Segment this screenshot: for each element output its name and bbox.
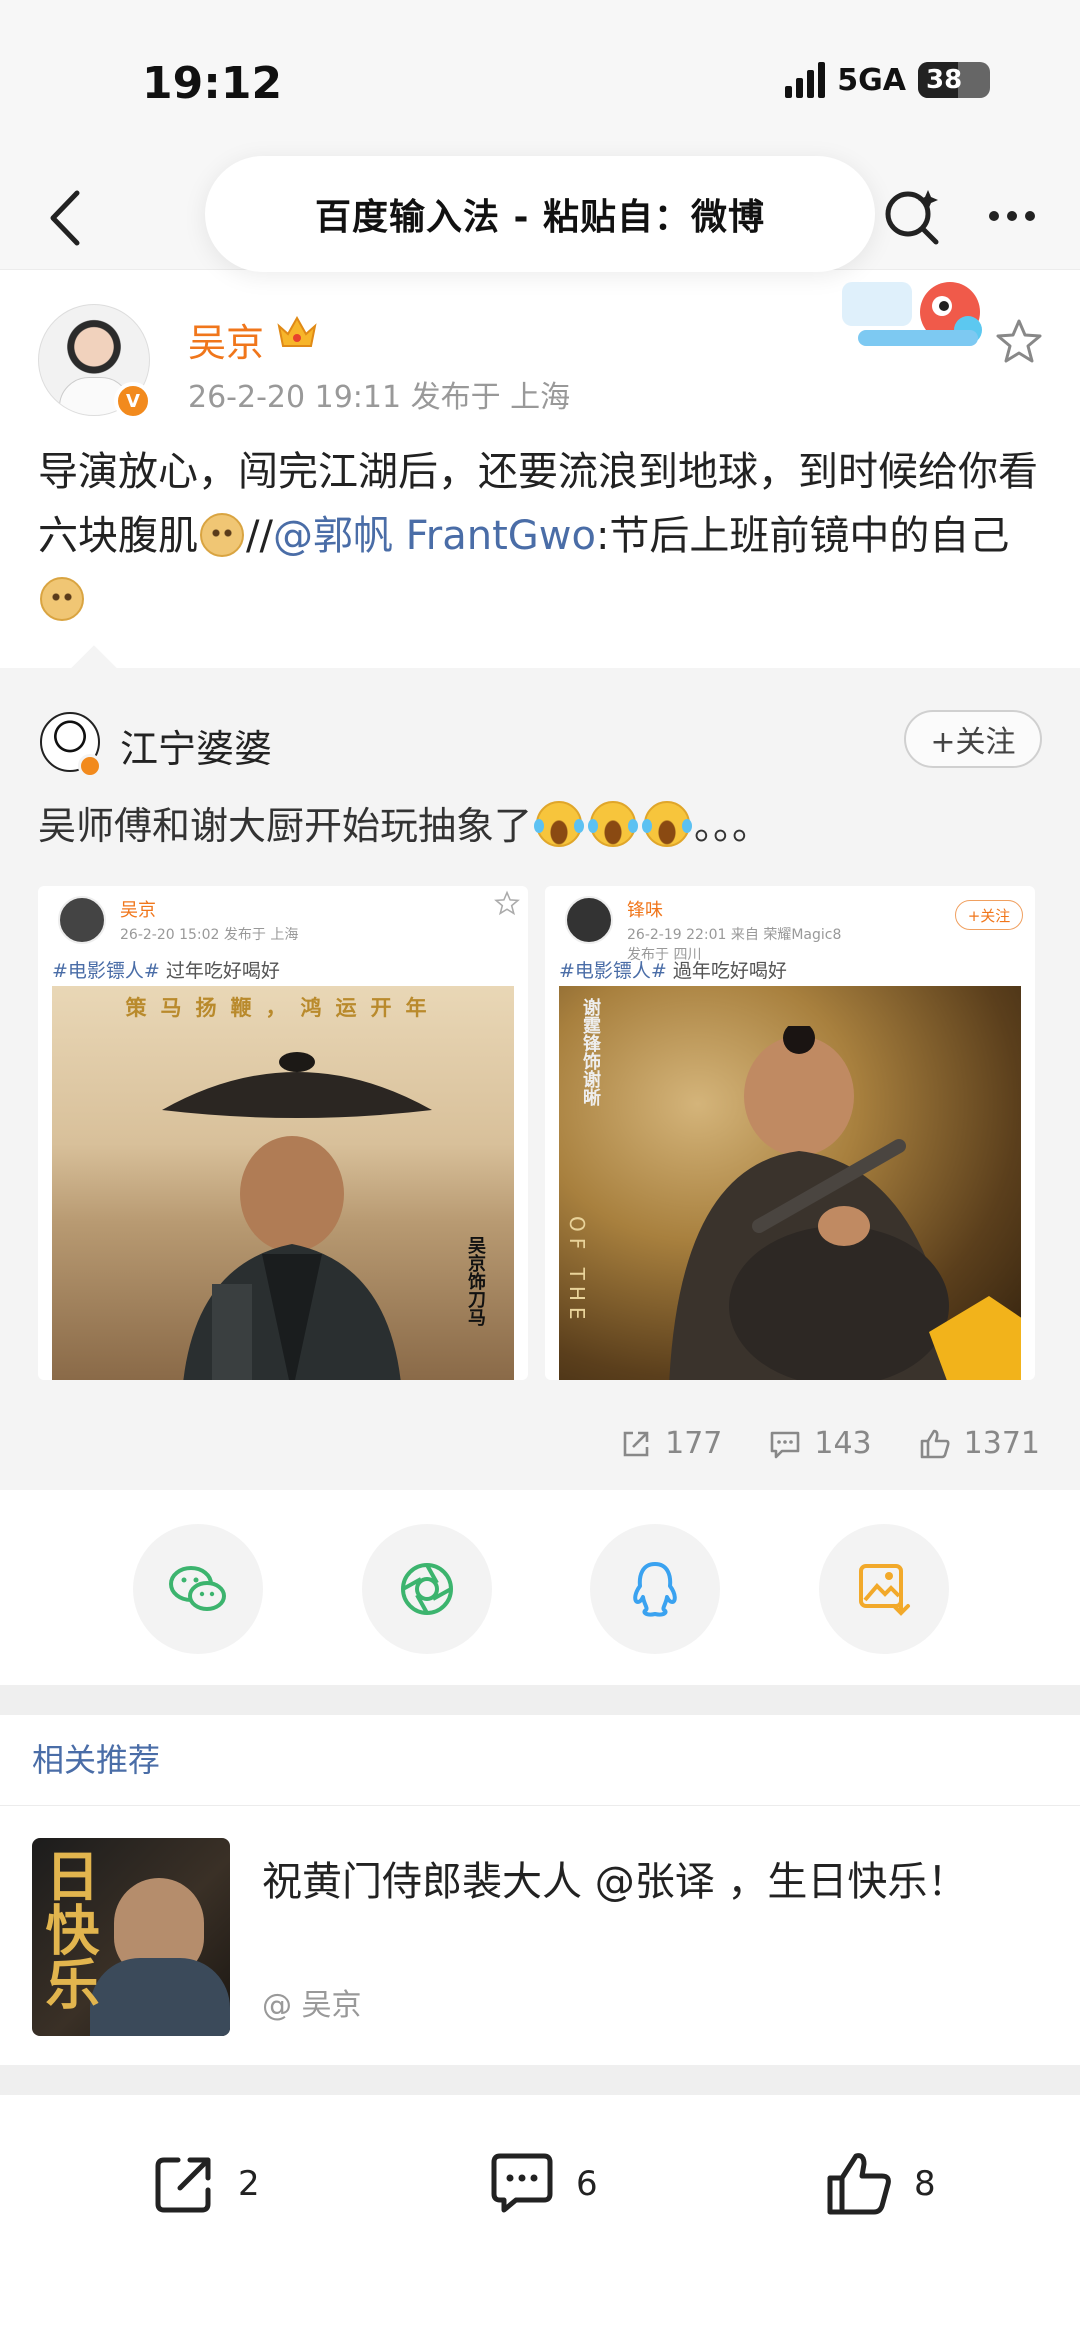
favorite-star-icon[interactable]: [994, 316, 1044, 366]
verified-badge-icon: V: [114, 382, 152, 420]
nav-bar: 百度输入法 - 粘贴自：微博: [0, 156, 1080, 272]
battery-level: 38: [926, 65, 963, 95]
card-follow-button: +关注: [955, 900, 1023, 930]
status-indicators: 5GA 38: [785, 62, 990, 98]
poster-of-text: OF THE: [565, 1216, 589, 1326]
share-row: [0, 1490, 1080, 1685]
paste-notice-pill: 百度输入法 - 粘贴自：微博: [205, 156, 875, 272]
post-body: 导演放心，闯完江湖后，还要流浪到地球，到时候给你看六块腹肌//@郭帆 Frant…: [38, 440, 1048, 632]
related-thumbnail[interactable]: 日快乐: [32, 1838, 230, 2036]
back-arrow-icon[interactable]: [34, 182, 94, 254]
repost-count: 177: [665, 1426, 723, 1461]
status-time: 19:12: [142, 58, 283, 109]
related-item-author[interactable]: @ 吴京: [262, 1980, 362, 2024]
qq-icon: [633, 1562, 677, 1617]
thumbs-up-icon: [920, 1429, 950, 1458]
embedded-image-right[interactable]: 锋味 26-2-19 22:01 来自 荣耀Magic8 发布于 四川 +关注 #…: [545, 886, 1035, 1380]
card-meta-line1: 26-2-19 22:01 来自 荣耀Magic8: [627, 927, 842, 943]
search-icon[interactable]: [880, 184, 944, 248]
repost-icon: [623, 1431, 649, 1456]
wechat-icon: [169, 1566, 226, 1611]
share-qq-button[interactable]: [590, 1524, 720, 1654]
thumb-text: 日快乐: [36, 1848, 100, 2010]
card-caption: #电影镖人# 过年吃好喝好: [52, 956, 280, 983]
card-meta: 26-2-20 15:02 发布于 上海: [120, 927, 299, 943]
related-section-title: 相关推荐: [32, 1741, 161, 1779]
card-caption: #电影镖人# 過年吃好喝好: [559, 956, 787, 983]
card-author-name: 锋味: [627, 900, 663, 921]
repost-icon: [155, 2157, 211, 2213]
divider: [0, 1805, 1080, 1806]
mention-link[interactable]: @郭帆 FrantGwo: [273, 513, 596, 559]
related-item-text[interactable]: 祝黄门侍郎裴大人 @张译 ，生日快乐！: [262, 1852, 1022, 1912]
movie-poster-photo: 策马扬鞭，鸿运开年 吴京饰刀马: [52, 986, 514, 1380]
save-image-icon: [859, 1564, 910, 1616]
poster-side-text: 吴京饰刀马: [465, 1236, 486, 1326]
figure-illustration: [669, 1026, 959, 1380]
comment-icon: [491, 2153, 553, 2213]
comment-icon: [771, 1431, 800, 1458]
poster-slogan: 策马扬鞭，鸿运开年: [125, 996, 441, 1020]
like-count-button[interactable]: 1371: [918, 1426, 1040, 1461]
card-avatar: [58, 896, 106, 944]
doge-emoji-icon: [40, 577, 84, 621]
like-button[interactable]: 8: [824, 2148, 936, 2220]
repost-count-button[interactable]: 177: [619, 1426, 722, 1461]
laugh-cry-emoji-icon: [642, 801, 693, 847]
card-avatar: [565, 896, 613, 944]
repost-text-suffix: 。。。: [694, 804, 771, 848]
crown-icon: [275, 312, 319, 352]
moments-icon: [401, 1563, 453, 1615]
card-caption-text: 過年吃好喝好: [666, 960, 787, 982]
author-name[interactable]: 吴京: [188, 312, 264, 367]
thumbs-up-icon: [827, 2153, 891, 2215]
poster-side-text: 谢霆锋饰谢晰: [580, 998, 601, 1106]
comment-count: 6: [576, 2164, 598, 2204]
repost-stats: 177 143 1371: [619, 1426, 1040, 1461]
laugh-cry-emoji-icon: [534, 801, 585, 847]
post-meta: 26-2-20 19:11 发布于 上海: [188, 380, 571, 415]
bamboo-hat-illustration: [162, 1052, 432, 1118]
section-divider: [0, 1685, 1080, 1715]
repost-notch: [71, 645, 117, 691]
repost-count: 2: [238, 2164, 260, 2204]
laugh-cry-emoji-icon: [588, 801, 639, 847]
card-hashtag: #电影镖人#: [559, 960, 667, 982]
reposted-original[interactable]: 江宁婆婆 +关注 吴师傅和谢大厨开始玩抽象了 。。。 吴京 26-2-20 15:…: [0, 645, 1080, 1490]
verified-badge-icon: [78, 754, 102, 778]
status-bar: 19:12 5GA 38: [0, 0, 1080, 170]
bottom-action-bar: 2 6 8: [0, 2110, 1080, 2260]
like-count: 8: [914, 2164, 936, 2204]
figure-illustration: [183, 1136, 401, 1380]
festival-badge-icon: [838, 272, 998, 362]
movie-poster-photo: 谢霆锋饰谢晰 OF THE: [559, 986, 1021, 1380]
more-options-icon[interactable]: [980, 184, 1044, 248]
post-author-header: V 吴京 26-2-20 19:11 发布于 上海: [0, 272, 1080, 432]
like-count: 1371: [963, 1426, 1040, 1461]
repost-button[interactable]: 2: [148, 2148, 260, 2220]
mention-prefix: //: [246, 513, 273, 559]
battery-icon: 38: [918, 62, 990, 98]
comment-count: 143: [814, 1426, 872, 1461]
signal-icon: [785, 62, 826, 98]
share-moments-button[interactable]: [362, 1524, 492, 1654]
comment-button[interactable]: 6: [486, 2148, 598, 2220]
post-text-part2: :节后上班前镜中的自己: [595, 513, 1010, 559]
card-hashtag: #电影镖人#: [52, 960, 160, 982]
follow-button[interactable]: +关注: [904, 710, 1042, 768]
network-type: 5GA: [837, 62, 906, 98]
save-image-button[interactable]: [819, 1524, 949, 1654]
thumb-robe: [90, 1958, 230, 2036]
repost-author-name[interactable]: 江宁婆婆: [120, 718, 272, 773]
section-divider: [0, 2065, 1080, 2095]
embedded-image-left[interactable]: 吴京 26-2-20 15:02 发布于 上海 #电影镖人# 过年吃好喝好 策马…: [38, 886, 528, 1380]
comment-count-button[interactable]: 143: [768, 1426, 872, 1461]
card-caption-text: 过年吃好喝好: [159, 960, 280, 982]
repost-text-body: 吴师傅和谢大厨开始玩抽象了: [38, 804, 533, 848]
doge-emoji-icon: [200, 513, 244, 557]
repost-text: 吴师傅和谢大厨开始玩抽象了 。。。: [38, 796, 770, 856]
card-author-name: 吴京: [120, 900, 156, 921]
favorite-star-icon: [494, 890, 520, 916]
share-wechat-button[interactable]: [133, 1524, 263, 1654]
